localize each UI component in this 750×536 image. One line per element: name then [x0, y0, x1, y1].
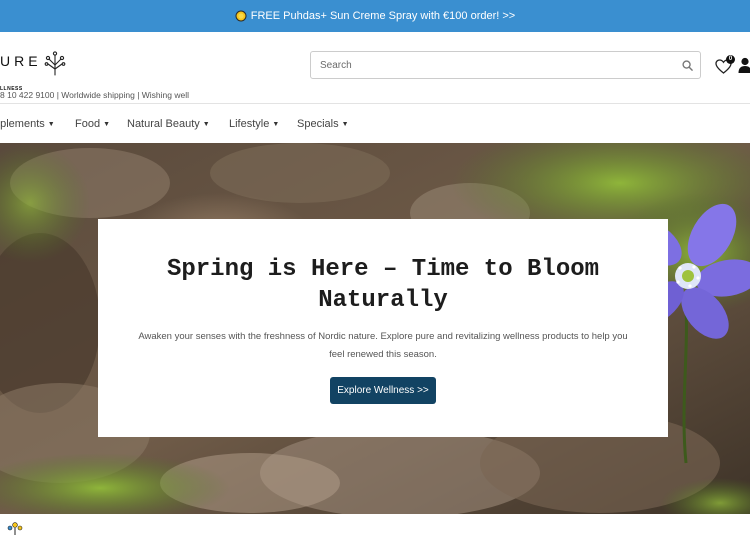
logo-text: URE — [0, 53, 42, 69]
nav-item-specials[interactable]: Specials ▼ — [297, 118, 349, 130]
sun-icon — [235, 10, 247, 22]
search-input[interactable] — [311, 52, 674, 78]
nav-item-lifestyle[interactable]: Lifestyle ▼ — [229, 118, 279, 130]
site-header: URE LLNESS 0 8 — [0, 32, 750, 104]
flower-logo-icon — [6, 521, 24, 536]
nav-item-food[interactable]: Food ▼ — [75, 118, 110, 130]
account-icon[interactable] — [738, 57, 750, 73]
caret-down-icon: ▼ — [341, 120, 349, 128]
nav-item-natural-beauty[interactable]: Natural Beauty ▼ — [127, 118, 210, 130]
caret-down-icon: ▼ — [103, 120, 111, 128]
nav-item-label: Natural Beauty — [127, 118, 200, 130]
nav-item-label: Lifestyle — [229, 118, 270, 130]
contact-info: 8 10 422 9100 | Worldwide shipping | Wis… — [0, 90, 190, 100]
nav-item-label: pplements — [0, 118, 45, 130]
hero-banner: Spring is Here – Time to Bloom Naturally… — [0, 143, 750, 514]
search-bar[interactable] — [310, 51, 701, 79]
wishlist-button[interactable]: 0 — [715, 55, 735, 75]
hero-card: Spring is Here – Time to Bloom Naturally… — [98, 219, 668, 437]
caret-down-icon: ▼ — [272, 120, 280, 128]
nav-item-label: Food — [75, 118, 101, 130]
wishlist-count-badge: 0 — [726, 55, 735, 64]
logo[interactable]: URE LLNESS — [0, 50, 66, 92]
hero-title: Spring is Here – Time to Bloom Naturally — [166, 256, 600, 314]
explore-wellness-button[interactable]: Explore Wellness >> — [330, 377, 436, 404]
announcement-bar[interactable]: FREE Puhdas+ Sun Creme Spray with €100 o… — [0, 0, 750, 32]
caret-down-icon: ▼ — [47, 120, 55, 128]
flower-logo-icon — [44, 50, 66, 76]
search-icon[interactable] — [674, 52, 700, 78]
nav-item-supplements[interactable]: pplements ▼ — [0, 118, 55, 130]
announcement-text[interactable]: FREE Puhdas+ Sun Creme Spray with €100 o… — [251, 10, 515, 22]
nav-item-label: Specials — [297, 118, 339, 130]
main-nav: pplements ▼ Food ▼ Natural Beauty ▼ Life… — [0, 104, 750, 143]
caret-down-icon: ▼ — [202, 120, 210, 128]
hero-description: Awaken your senses with the freshness of… — [138, 331, 628, 360]
